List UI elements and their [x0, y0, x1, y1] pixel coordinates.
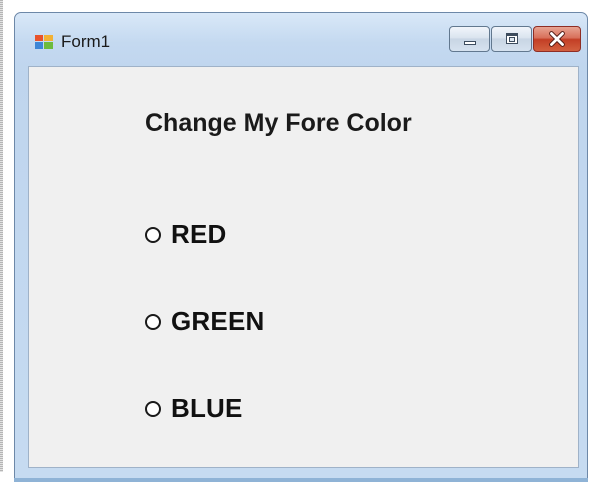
maximize-button[interactable]	[491, 26, 532, 52]
window-title: Form1	[61, 32, 111, 51]
radio-green-circle[interactable]	[145, 313, 161, 330]
minimize-button[interactable]	[449, 26, 490, 52]
radio-red-label[interactable]: RED	[171, 219, 227, 250]
radio-blue-label[interactable]: BLUE	[171, 393, 243, 424]
radio-blue-circle[interactable]	[145, 400, 161, 417]
title-bar[interactable]: Form1	[15, 13, 587, 63]
caption-buttons	[449, 26, 581, 52]
radio-green[interactable]: GREEN	[145, 306, 264, 337]
close-icon	[549, 31, 565, 47]
radio-blue[interactable]: BLUE	[145, 393, 243, 424]
radio-red-circle[interactable]	[145, 226, 161, 243]
window-bottom-border	[14, 478, 588, 482]
minimize-icon	[464, 41, 476, 45]
change-fore-color-label: Change My Fore Color	[145, 109, 412, 137]
form-client-area: Change My Fore Color RED GREEN BLUE	[28, 66, 579, 468]
radio-red[interactable]: RED	[145, 219, 227, 250]
form1-window: Form1 Change My Fore Color RED GREEN BLU…	[14, 12, 588, 482]
windows-form-icon	[35, 35, 53, 49]
maximize-icon	[506, 33, 518, 44]
close-button[interactable]	[533, 26, 581, 52]
radio-green-label[interactable]: GREEN	[171, 306, 264, 337]
background-window-edge	[0, 0, 3, 472]
